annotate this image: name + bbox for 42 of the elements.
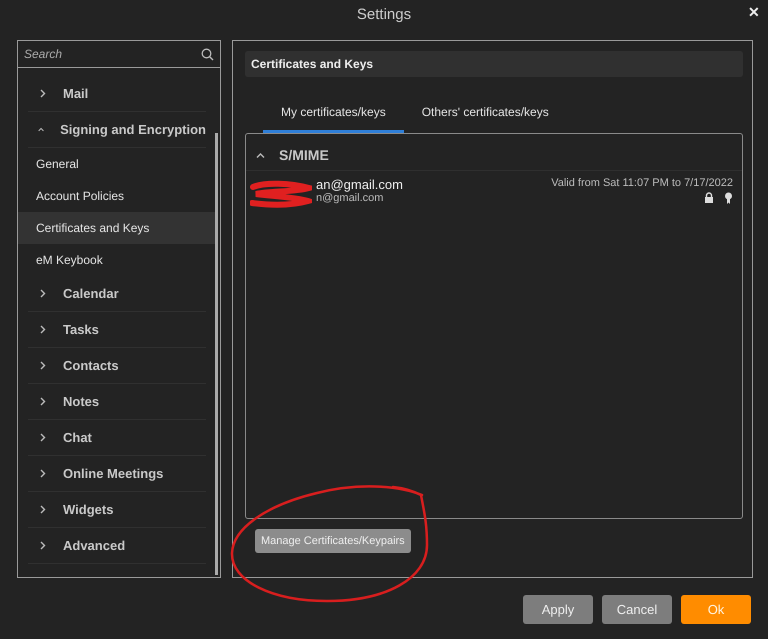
scrollbar[interactable]	[215, 133, 218, 575]
expand-chevron-icon	[38, 505, 47, 514]
expand-chevron-icon	[38, 361, 47, 370]
sidebar-category[interactable]: Tasks	[28, 312, 206, 348]
section-header: Certificates and Keys	[245, 51, 743, 77]
window-title: Settings	[356, 6, 412, 22]
expand-chevron-icon	[38, 541, 47, 550]
sidebar-item[interactable]: Account Policies	[18, 180, 218, 212]
sidebar-item[interactable]: General	[18, 148, 218, 180]
certificate-name: an@gmail.com	[316, 177, 403, 192]
sidebar-item[interactable]: Certificates and Keys	[18, 212, 218, 244]
expand-chevron-icon	[38, 469, 47, 478]
search-field[interactable]: Search	[24, 47, 184, 61]
collapse-chevron-icon	[256, 150, 265, 160]
expand-chevron-icon	[38, 289, 47, 298]
sidebar-category[interactable]: Calendar	[28, 276, 206, 312]
tab[interactable]: My certificates/keys	[263, 99, 404, 133]
expand-chevron-icon	[38, 89, 47, 98]
expand-chevron-icon	[38, 325, 47, 334]
sidebar-category[interactable]: Mail	[28, 76, 206, 112]
search-icon[interactable]	[201, 48, 214, 60]
certificate-row[interactable]: an@gmail.com n@gmail.com Valid from Sat 11:07 PM to 7/17/2022	[246, 171, 742, 204]
expand-chevron-icon	[38, 433, 47, 442]
lock-icon	[704, 192, 714, 203]
sidebar-category[interactable]: Contacts	[28, 348, 206, 384]
dialog-button[interactable]: Apply	[523, 595, 593, 624]
sidebar-item[interactable]: eM Keybook	[18, 244, 218, 276]
award-ribbon-icon	[724, 192, 733, 204]
group-header[interactable]: S/MIME	[246, 140, 742, 171]
sidebar-category[interactable]: Notes	[28, 384, 206, 420]
certificate-email: n@gmail.com	[316, 192, 384, 204]
expand-chevron-icon	[38, 397, 47, 406]
sidebar-category[interactable]: Signing and Encryption	[28, 112, 206, 148]
sidebar-category[interactable]: Online Meetings	[28, 456, 206, 492]
sidebar-category[interactable]: Widgets	[28, 492, 206, 528]
collapse-chevron-icon	[38, 125, 44, 134]
dialog-button[interactable]: Cancel	[602, 595, 672, 624]
close-button[interactable]: ✕	[746, 4, 762, 20]
validity-text: Valid from Sat 11:07 PM to 7/17/2022	[551, 177, 733, 189]
sidebar-category[interactable]: Advanced	[28, 528, 206, 564]
tab[interactable]: Others' certificates/keys	[404, 99, 567, 133]
sidebar-category[interactable]: Chat	[28, 420, 206, 456]
